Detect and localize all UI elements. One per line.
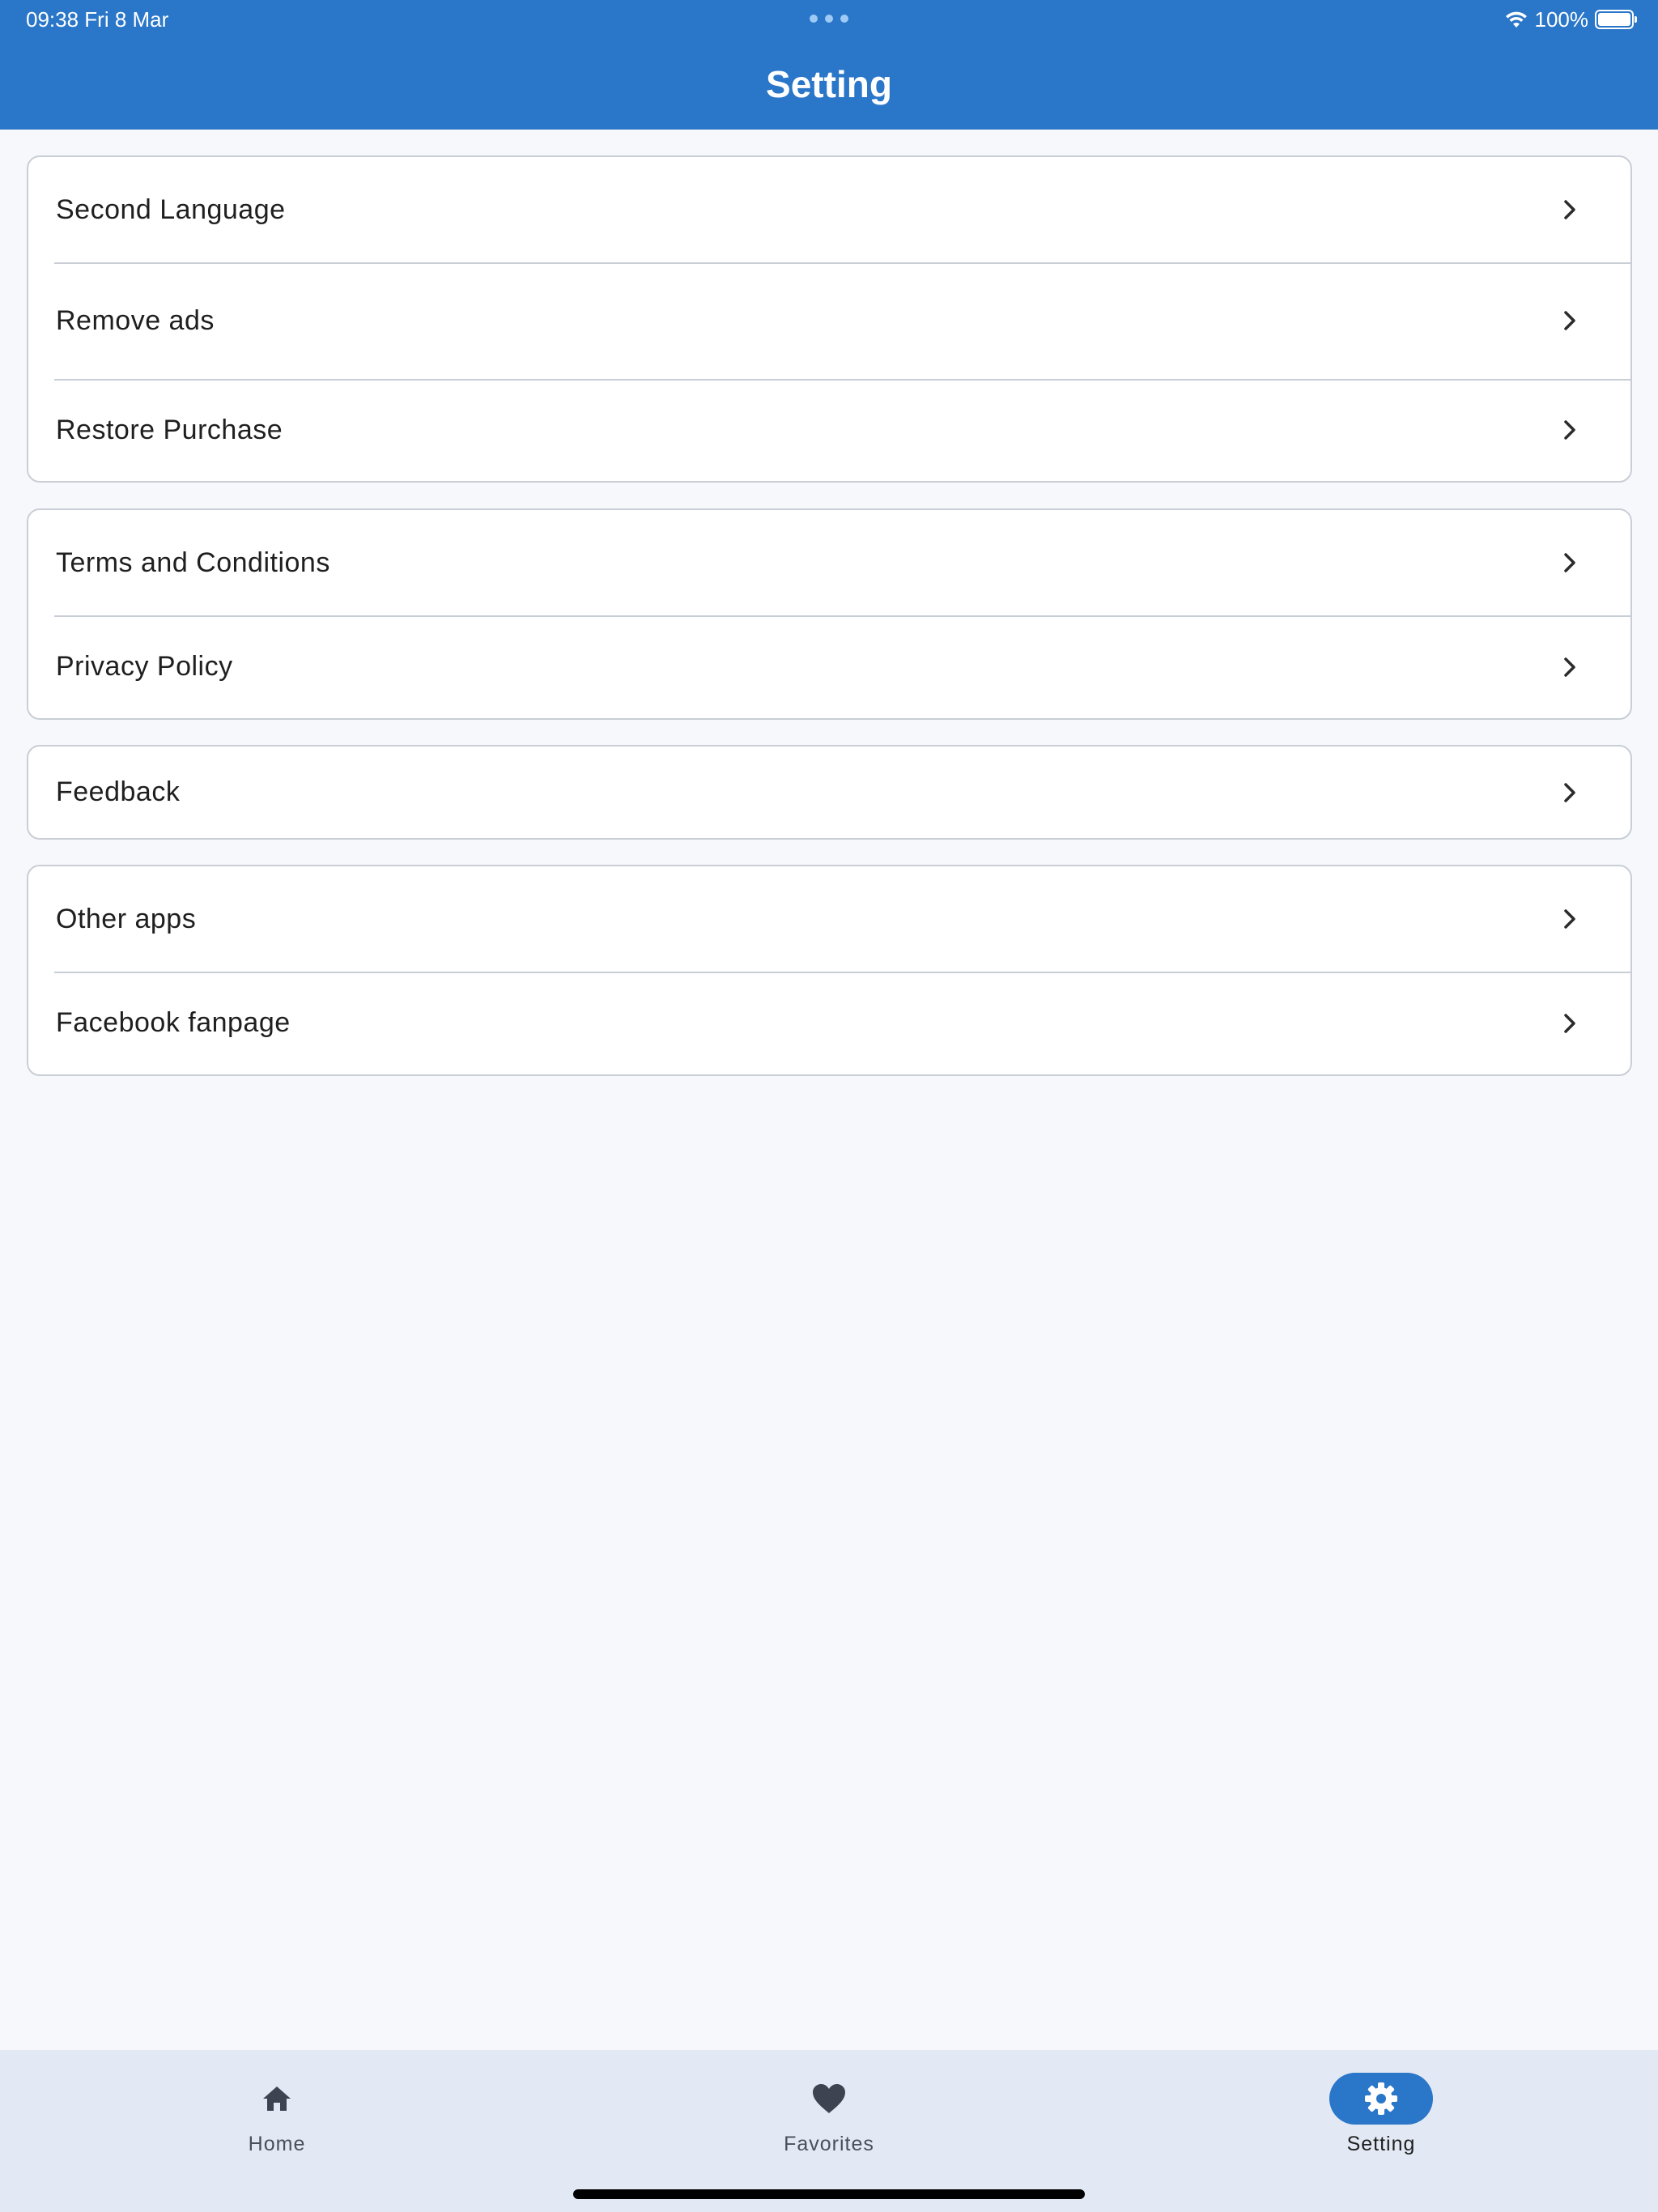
setting-item-label: Privacy Policy: [56, 651, 233, 682]
setting-item-label: Terms and Conditions: [56, 547, 330, 578]
setting-item-label: Facebook fanpage: [56, 1007, 291, 1038]
chevron-right-icon: [1564, 420, 1575, 440]
nav-label: Favorites: [784, 2133, 874, 2155]
settings-group-legal: Terms and Conditions Privacy Policy: [27, 508, 1632, 720]
setting-item-second-language[interactable]: Second Language: [28, 157, 1630, 262]
setting-item-label: Restore Purchase: [56, 414, 283, 445]
nav-item-home[interactable]: Home: [172, 2073, 382, 2162]
chevron-right-icon: [1564, 1013, 1575, 1033]
page-title: Setting: [766, 63, 892, 105]
nav-icon-container-active: [1329, 2073, 1433, 2125]
battery-icon: [1595, 10, 1637, 29]
setting-item-label: Second Language: [56, 194, 286, 225]
settings-group-feedback: Feedback: [27, 745, 1632, 840]
status-indicators: 100%: [1504, 5, 1637, 34]
settings-group-account: Second Language Remove ads Restore Purch…: [27, 155, 1632, 483]
nav-item-favorites[interactable]: Favorites: [724, 2073, 934, 2162]
setting-item-other-apps[interactable]: Other apps: [28, 866, 1630, 972]
setting-item-label: Feedback: [56, 776, 181, 807]
setting-item-restore-purchase[interactable]: Restore Purchase: [28, 379, 1630, 481]
setting-item-facebook-fanpage[interactable]: Facebook fanpage: [28, 972, 1630, 1074]
chevron-right-icon: [1564, 200, 1575, 219]
status-time: 09:38 Fri 8 Mar: [26, 7, 169, 32]
setting-item-remove-ads[interactable]: Remove ads: [28, 262, 1630, 379]
nav-icon-container: [777, 2073, 881, 2125]
nav-label: Home: [248, 2133, 306, 2155]
wifi-icon: [1505, 11, 1527, 28]
home-indicator[interactable]: [573, 2189, 1085, 2199]
nav-item-setting[interactable]: Setting: [1276, 2073, 1486, 2162]
setting-item-feedback[interactable]: Feedback: [28, 747, 1630, 838]
nav-label: Setting: [1346, 2133, 1416, 2155]
gear-icon: [1365, 2082, 1397, 2115]
chevron-right-icon: [1564, 909, 1575, 929]
home-icon: [263, 2087, 291, 2111]
app-header: 09:38 Fri 8 Mar 100% Setting: [0, 0, 1658, 130]
setting-item-terms-and-conditions[interactable]: Terms and Conditions: [28, 510, 1630, 615]
chevron-right-icon: [1564, 311, 1575, 330]
settings-screen: 09:38 Fri 8 Mar 100% Setting Second Lang…: [0, 0, 1658, 2212]
setting-item-privacy-policy[interactable]: Privacy Policy: [28, 615, 1630, 718]
chevron-right-icon: [1564, 782, 1575, 802]
settings-group-social: Other apps Facebook fanpage: [27, 865, 1632, 1076]
setting-item-label: Other apps: [56, 903, 197, 934]
setting-item-label: Remove ads: [56, 304, 215, 336]
heart-icon: [813, 2084, 845, 2113]
nav-icon-container: [225, 2073, 329, 2125]
battery-percentage: 100%: [1534, 6, 1589, 32]
chevron-right-icon: [1564, 553, 1575, 572]
bottom-navigation: Home Favorites Setting: [0, 2050, 1658, 2212]
multitasking-dots-icon[interactable]: [810, 14, 848, 23]
chevron-right-icon: [1564, 657, 1575, 677]
